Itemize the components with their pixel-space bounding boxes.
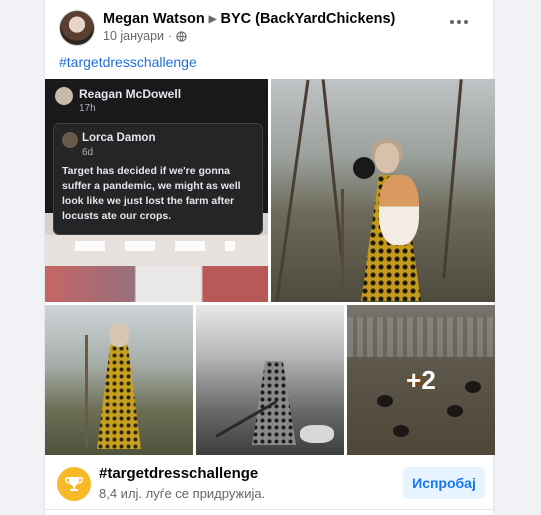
more-options-button[interactable]: [445, 12, 473, 32]
more-photos-overlay: +2: [347, 305, 495, 455]
author-avatar[interactable]: [59, 10, 95, 46]
group-name[interactable]: BYC (BackYardChickens): [220, 11, 395, 27]
photo-chickens-more[interactable]: +2: [347, 305, 495, 455]
try-challenge-button[interactable]: Испробај: [403, 467, 485, 499]
challenge-banner: #targetdresschallenge 8,4 илј. луѓе се п…: [45, 455, 495, 510]
post-card: Megan Watson ▶ BYC (BackYardChickens) 10 ј…: [44, 0, 495, 515]
author-name[interactable]: Megan Watson: [103, 11, 205, 27]
photo-woman-with-corgi[interactable]: [271, 79, 495, 302]
store-floor: [45, 266, 268, 302]
more-photos-count: +2: [406, 364, 436, 395]
globe-icon: [176, 30, 187, 42]
arrow-right-icon: ▶: [208, 14, 217, 25]
pitchfork: [341, 189, 344, 301]
store-lights: [75, 241, 235, 251]
challenge-participants: 8,4 илј. луѓе се придружија.: [99, 486, 266, 501]
post-hashtag-link[interactable]: #targetdresschallenge: [59, 54, 197, 70]
photo-woman-with-pitchfork[interactable]: [45, 305, 193, 455]
black-cat: [353, 157, 375, 179]
poster-meta: 17h: [79, 103, 96, 114]
photo-woman-with-hoe[interactable]: [196, 305, 344, 455]
photo-screenshot-post[interactable]: Reagan McDowell 17h Lorca Damon 6d Targe…: [45, 79, 268, 302]
quoted-avatar: [62, 132, 78, 148]
poster-avatar: [55, 87, 73, 105]
author-line: Megan Watson ▶ BYC (BackYardChickens): [103, 10, 395, 29]
post-header: Megan Watson ▶ BYC (BackYardChickens) 10 ј…: [45, 0, 493, 48]
quoted-post: Lorca Damon 6d Target has decided if we'…: [53, 123, 263, 235]
quoted-text: Target has decided if we're gonna suffer…: [62, 165, 241, 222]
post-meta: 10 јануари ·: [103, 29, 187, 43]
post-date[interactable]: 10 јануари: [103, 29, 164, 43]
more-options-icon: [450, 20, 454, 24]
photo-grid: Reagan McDowell 17h Lorca Damon 6d Targe…: [45, 79, 495, 455]
corgi: [379, 175, 419, 245]
challenge-title[interactable]: #targetdresschallenge: [99, 465, 258, 482]
quoted-meta: 6d: [82, 147, 94, 158]
quoted-name: Lorca Damon: [82, 132, 156, 144]
trophy-icon: [57, 467, 91, 501]
poster-name: Reagan McDowell: [79, 87, 182, 101]
